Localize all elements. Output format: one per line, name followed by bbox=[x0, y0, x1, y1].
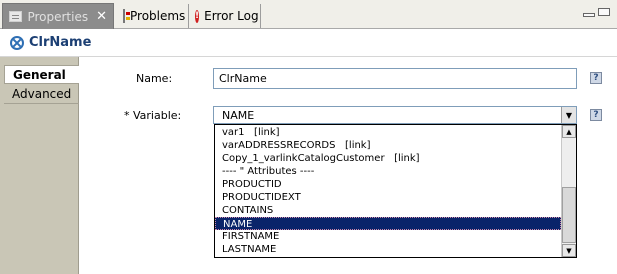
page-title: ClrName bbox=[29, 35, 92, 50]
minimize-icon[interactable] bbox=[583, 13, 595, 17]
scroll-up-icon[interactable]: ▲ bbox=[562, 125, 576, 138]
close-icon[interactable]: ✕ bbox=[96, 10, 107, 23]
dropdown-option[interactable]: varADDRESSRECORDS [link] bbox=[215, 139, 561, 152]
dropdown-option[interactable]: var1 [link] bbox=[215, 126, 561, 139]
variable-dropdown-list: var1 [link] varADDRESSRECORDS [link] Copy_… bbox=[214, 124, 577, 258]
dropdown-option[interactable]: FIRSTNAME bbox=[215, 230, 561, 243]
variable-combo[interactable]: NAME ▼ bbox=[213, 106, 577, 124]
tab-properties-label: Properties bbox=[27, 9, 89, 24]
properties-header: ClrName bbox=[0, 29, 617, 57]
dropdown-option[interactable]: ---- " Attributes ---- bbox=[215, 165, 561, 178]
tab-error-log-label: Error Log bbox=[204, 9, 259, 23]
variable-combo-value: NAME bbox=[222, 108, 255, 122]
tab-properties[interactable]: Properties ✕ bbox=[2, 3, 114, 29]
sidebar: General Advanced bbox=[0, 57, 79, 274]
tab-problems-label: Problems bbox=[130, 9, 186, 23]
name-field[interactable]: ClrName bbox=[213, 68, 577, 89]
help-icon[interactable]: ? bbox=[590, 109, 602, 121]
dropdown-option[interactable]: Copy_1_varlinkCatalogCustomer [link] bbox=[215, 152, 561, 165]
sidebar-item-general[interactable]: General bbox=[4, 65, 79, 84]
dropdown-scrollbar[interactable]: ▲ ▼ bbox=[561, 125, 576, 257]
dropdown-option[interactable]: LASTNAME bbox=[215, 243, 561, 256]
variable-label: * Variable: bbox=[124, 109, 182, 122]
properties-icon bbox=[9, 11, 23, 22]
sidebar-item-advanced[interactable]: Advanced bbox=[4, 85, 79, 104]
scroll-down-icon[interactable]: ▼ bbox=[562, 244, 576, 257]
view-tab-strip: Properties ✕ Problems ! Error Log bbox=[0, 0, 617, 29]
dropdown-option[interactable]: PRODUCTIDEXT bbox=[215, 191, 561, 204]
name-label: Name: bbox=[136, 72, 173, 85]
scrollbar-thumb[interactable] bbox=[562, 187, 576, 243]
dropdown-option[interactable]: PRODUCTID bbox=[215, 178, 561, 191]
problems-icon bbox=[123, 9, 130, 23]
tab-problems[interactable]: Problems bbox=[117, 4, 189, 28]
dropdown-option[interactable]: CONTAINS bbox=[215, 204, 561, 217]
help-icon[interactable]: ? bbox=[590, 72, 602, 84]
close-circle-icon bbox=[10, 35, 24, 50]
error-log-icon: ! bbox=[195, 9, 200, 23]
chevron-down-icon[interactable]: ▼ bbox=[561, 107, 576, 123]
tab-error-log[interactable]: ! Error Log bbox=[189, 4, 261, 28]
maximize-icon[interactable] bbox=[598, 8, 610, 16]
dropdown-option[interactable]: NAME bbox=[215, 217, 561, 230]
dropdown-options: var1 [link] varADDRESSRECORDS [link] Copy_… bbox=[215, 126, 561, 256]
